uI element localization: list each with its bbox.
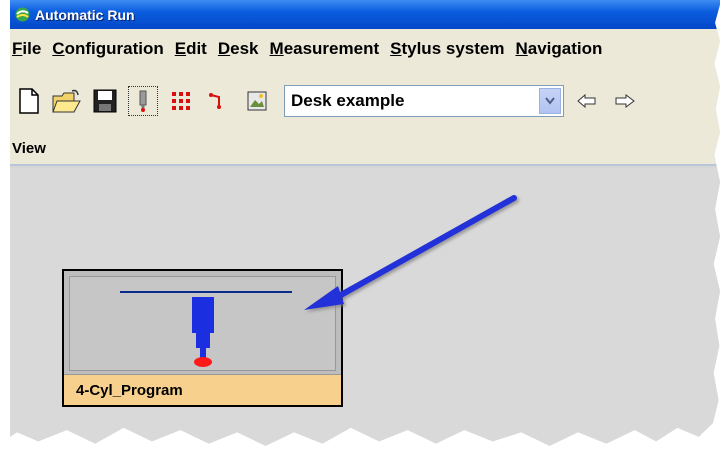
view-area: 4-Cyl_Program bbox=[10, 168, 720, 446]
path-button[interactable] bbox=[204, 86, 234, 116]
menu-configuration-mnemonic: C bbox=[52, 39, 65, 58]
chevron-down-icon bbox=[545, 97, 555, 105]
menu-edit-label: dit bbox=[186, 39, 207, 58]
menu-measurement-mnemonic: M bbox=[269, 39, 284, 58]
menu-desk[interactable]: Desk bbox=[218, 39, 259, 59]
new-document-icon bbox=[19, 88, 39, 114]
menu-bar: File Configuration Edit Desk Measurement… bbox=[10, 29, 720, 69]
program-name: 4-Cyl_Program bbox=[76, 381, 183, 399]
view-label: View bbox=[12, 140, 46, 157]
program-tile[interactable]: 4-Cyl_Program bbox=[62, 269, 343, 407]
back-button[interactable] bbox=[572, 86, 602, 116]
menu-edit[interactable]: Edit bbox=[175, 39, 207, 59]
forward-arrow-icon bbox=[615, 94, 635, 108]
back-arrow-icon bbox=[577, 94, 596, 108]
menu-file-mnemonic: F bbox=[12, 39, 23, 58]
program-preview bbox=[69, 276, 336, 371]
menu-file-label: ile bbox=[22, 39, 42, 58]
stylus-button[interactable] bbox=[128, 86, 158, 116]
open-button[interactable] bbox=[52, 86, 82, 116]
save-icon bbox=[93, 89, 117, 113]
menu-navigation-mnemonic: N bbox=[515, 39, 528, 58]
application-window: Automatic Run File Configuration Edit De… bbox=[10, 0, 720, 446]
combobox-dropdown-button[interactable] bbox=[539, 88, 561, 114]
app-icon bbox=[15, 7, 30, 22]
menu-stylus-system-label: tylus system bbox=[401, 39, 505, 58]
menu-navigation[interactable]: Navigation bbox=[515, 39, 602, 59]
view-section-header: View bbox=[10, 133, 720, 166]
menu-desk-mnemonic: D bbox=[217, 39, 231, 58]
menu-edit-mnemonic: E bbox=[174, 39, 187, 58]
menu-measurement[interactable]: Measurement bbox=[270, 39, 380, 59]
forward-button[interactable] bbox=[610, 86, 640, 116]
menu-configuration[interactable]: Configuration bbox=[52, 39, 163, 59]
menu-desk-label: esk bbox=[230, 39, 259, 58]
title-bar[interactable]: Automatic Run bbox=[10, 0, 720, 29]
save-button[interactable] bbox=[90, 86, 120, 116]
grid-points-button[interactable] bbox=[166, 86, 196, 116]
window-title: Automatic Run bbox=[35, 6, 135, 23]
menu-file[interactable]: File bbox=[12, 39, 41, 59]
desk-combobox-value: Desk example bbox=[291, 91, 405, 110]
picture-button[interactable] bbox=[242, 86, 272, 116]
menu-configuration-label: onfiguration bbox=[64, 39, 164, 58]
stylus-icon bbox=[139, 90, 147, 112]
menu-stylus-system[interactable]: Stylus system bbox=[390, 39, 504, 59]
picture-icon bbox=[247, 91, 267, 111]
menu-measurement-label: easurement bbox=[283, 39, 380, 58]
open-folder-icon bbox=[52, 89, 81, 113]
toolbar: Desk example bbox=[10, 69, 720, 133]
grid-points-icon bbox=[172, 92, 190, 110]
path-icon bbox=[209, 93, 221, 109]
desk-combobox[interactable]: Desk example bbox=[284, 85, 564, 117]
menu-navigation-label: avigation bbox=[527, 39, 603, 58]
stylus-preview-icon bbox=[120, 291, 292, 367]
program-tile-caption: 4-Cyl_Program bbox=[64, 374, 341, 405]
new-button[interactable] bbox=[14, 86, 44, 116]
menu-stylus-system-mnemonic: S bbox=[390, 39, 402, 58]
